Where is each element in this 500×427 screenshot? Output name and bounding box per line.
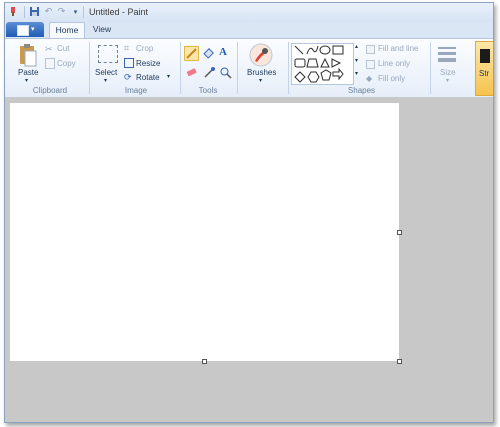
eraser-icon — [186, 68, 197, 77]
image-group-label: Image — [124, 86, 148, 95]
rotate-button[interactable]: Rotate — [136, 73, 160, 82]
resize-button[interactable]: Resize — [136, 59, 160, 68]
cut-button[interactable]: Cut — [57, 44, 69, 53]
select-icon[interactable] — [98, 45, 118, 63]
fill-bucket-icon — [203, 48, 214, 59]
resize-handle-bottom[interactable] — [202, 359, 207, 364]
stroke-button[interactable]: Str — [475, 41, 493, 96]
rotate-icon: ⟳ — [124, 72, 132, 82]
tools-group-label: Tools — [198, 86, 218, 95]
text-tool-icon[interactable]: A — [218, 45, 233, 60]
paint-window: ↶ ↷ ▾ Untitled - Paint ▾ Home View Paste… — [4, 2, 494, 423]
tab-view[interactable]: View — [87, 22, 117, 37]
drawing-canvas[interactable] — [10, 103, 399, 361]
save-icon[interactable] — [29, 6, 40, 17]
shapes-icons — [294, 45, 344, 83]
crop-icon: ⌗ — [124, 43, 130, 53]
resize-handle-corner[interactable] — [397, 359, 402, 364]
fill-and-line-option[interactable]: Fill and line — [378, 44, 418, 53]
brushes-button[interactable] — [249, 43, 273, 67]
paint-app-icon[interactable] — [9, 6, 20, 17]
paste-icon — [20, 44, 37, 67]
rotate-dropdown-icon[interactable]: ▾ — [167, 73, 170, 80]
undo-icon[interactable]: ↶ — [43, 6, 54, 17]
app-menu-button[interactable]: ▾ — [6, 22, 44, 37]
scissors-icon: ✂ — [45, 44, 53, 54]
title-bar: ↶ ↷ ▾ Untitled - Paint — [5, 3, 493, 22]
ribbon-tabs: ▾ Home View — [5, 22, 493, 38]
fill-tool[interactable] — [202, 46, 217, 61]
chevron-down-icon: ▾ — [31, 26, 35, 33]
fill-only-icon: ◆ — [366, 74, 373, 83]
fill-only-option[interactable]: Fill only — [378, 74, 405, 83]
copy-icon — [45, 58, 55, 69]
shapes-scroll-down-icon[interactable]: ▾ — [355, 57, 358, 64]
select-button[interactable]: Select — [95, 68, 117, 77]
copy-button[interactable]: Copy — [57, 59, 76, 68]
select-dropdown-icon[interactable]: ▾ — [104, 77, 107, 84]
brush-icon — [249, 43, 273, 67]
paste-button[interactable] — [17, 43, 39, 69]
stroke-icon — [480, 49, 490, 63]
magnifier-icon — [220, 67, 232, 79]
color-picker-icon — [204, 67, 215, 78]
shapes-expand-icon[interactable]: ▾ — [355, 70, 358, 77]
paste-dropdown-icon[interactable]: ▾ — [25, 77, 28, 84]
line-only-icon — [366, 60, 375, 69]
shapes-gallery — [291, 43, 354, 85]
clipboard-group-label: Clipboard — [32, 86, 68, 95]
redo-icon[interactable]: ↷ — [56, 6, 67, 17]
crop-button[interactable]: Crop — [136, 44, 153, 53]
customize-qat-icon[interactable]: ▾ — [70, 6, 81, 17]
resize-icon — [124, 58, 134, 68]
pencil-icon — [186, 48, 197, 59]
shapes-scroll-up-icon[interactable]: ▴ — [355, 43, 358, 50]
outline-icon — [366, 45, 375, 54]
color-picker-tool[interactable] — [202, 65, 217, 80]
ribbon: Paste ▾ ✂ Cut Copy Clipboard Select ▾ ⌗ … — [5, 38, 493, 98]
brushes-dropdown-icon[interactable]: ▾ — [259, 77, 262, 84]
paste-label[interactable]: Paste — [18, 68, 38, 77]
size-button[interactable]: Size — [440, 68, 456, 77]
resize-handle-right[interactable] — [397, 230, 402, 235]
app-menu-icon — [17, 25, 29, 36]
canvas-area — [5, 97, 493, 422]
size-dropdown-icon[interactable]: ▾ — [446, 77, 449, 84]
eraser-tool[interactable] — [184, 65, 199, 80]
line-only-option[interactable]: Line only — [378, 59, 410, 68]
window-title: Untitled - Paint — [89, 7, 149, 17]
tab-home[interactable]: Home — [49, 22, 85, 38]
brushes-label[interactable]: Brushes — [247, 68, 276, 77]
shapes-group-label: Shapes — [347, 86, 376, 95]
size-icon[interactable] — [438, 47, 456, 64]
stroke-label[interactable]: Str — [479, 69, 489, 78]
magnifier-tool[interactable] — [218, 65, 233, 80]
pencil-tool[interactable] — [184, 46, 199, 61]
